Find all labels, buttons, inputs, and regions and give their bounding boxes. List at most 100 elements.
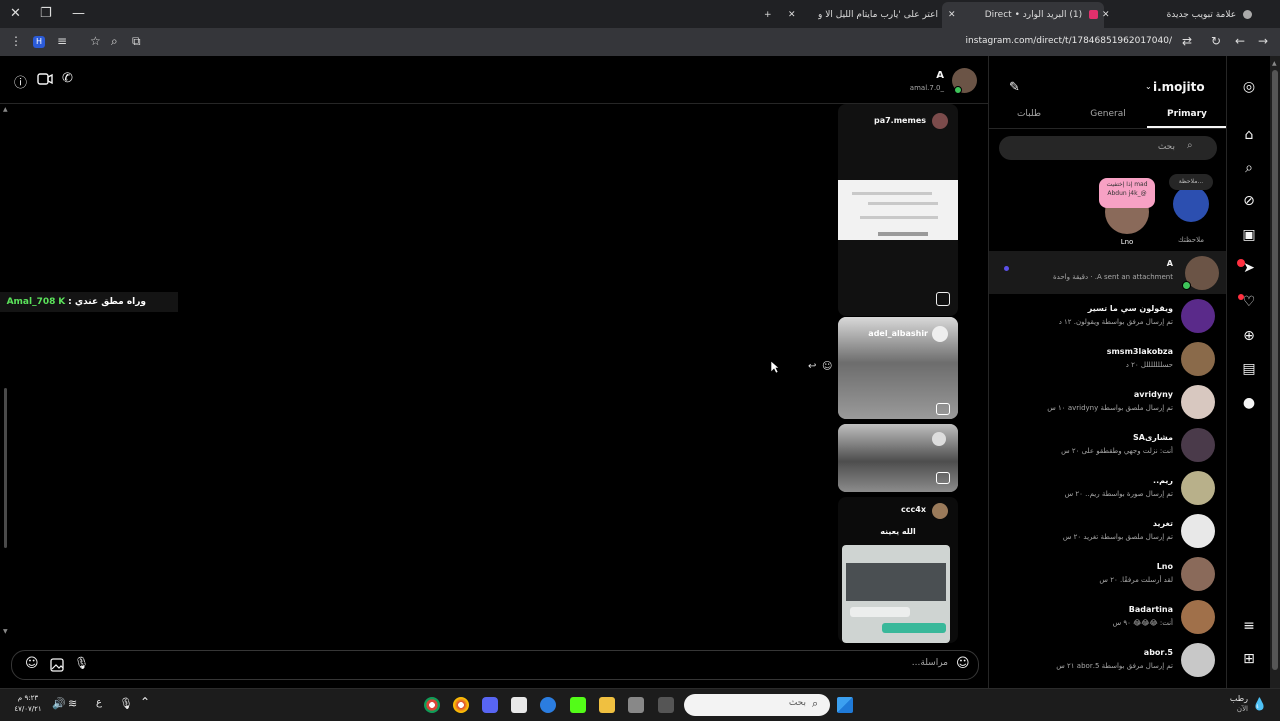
wifi-icon[interactable]: ≋: [68, 697, 77, 710]
also-from-meta-icon[interactable]: ⊞: [1240, 650, 1258, 668]
chat-scrollbar-thumb[interactable]: [4, 388, 7, 548]
volume-icon[interactable]: 🔊: [52, 697, 66, 710]
task-view-icon[interactable]: [658, 697, 674, 713]
home-icon[interactable]: ⌂: [1240, 126, 1258, 144]
tab-instagram-direct[interactable]: ✕ (1) البريد الوارد • Direct: [942, 2, 1104, 28]
screenshot-icon[interactable]: ⧉: [132, 34, 141, 49]
thread-item[interactable]: smsm3lakobza حسلللللللل ٢٠ د: [989, 337, 1227, 380]
site-settings-icon[interactable]: ⇄: [1182, 34, 1192, 48]
tab-close-icon[interactable]: ✕: [942, 2, 956, 28]
video-call-icon[interactable]: [37, 73, 53, 85]
reload-icon[interactable]: ↻: [1211, 34, 1221, 48]
input-language[interactable]: ع: [96, 697, 102, 708]
system-tray-chevron-icon[interactable]: ⌃: [140, 695, 150, 709]
chevron-down-icon[interactable]: ⌄: [1145, 82, 1152, 91]
explore-icon[interactable]: ⊘: [1240, 192, 1258, 210]
reply-icon[interactable]: ↩: [808, 361, 816, 372]
kick-app-icon[interactable]: [570, 697, 586, 713]
voice-message-icon[interactable]: 🎙: [74, 656, 89, 670]
discord-app-icon[interactable]: [482, 697, 498, 713]
address-url[interactable]: instagram.com/direct/t/17846851962017040…: [940, 36, 1172, 46]
minimize-window-icon[interactable]: —: [72, 6, 85, 21]
microphone-icon[interactable]: 🎙: [119, 697, 133, 710]
online-status-dot: [1182, 281, 1191, 290]
thread-item[interactable]: 5.abor تم إرسال مرفق بواسطة 5.abor ٢١ س: [989, 638, 1227, 681]
weather-icon[interactable]: 💧: [1252, 697, 1267, 711]
reels-icon[interactable]: ▣: [1240, 226, 1258, 244]
account-switcher[interactable]: i.mojito: [1153, 80, 1205, 94]
message-composer[interactable]: ☺ 🎙 مراسلة... ☺: [11, 650, 979, 680]
react-emoji-icon[interactable]: ☺: [822, 361, 832, 372]
store-app-icon[interactable]: [628, 697, 644, 713]
scroll-down-arrow-icon[interactable]: ▼: [3, 628, 8, 635]
browser-app-icon[interactable]: [540, 697, 556, 713]
inbox-search[interactable]: بحث ⌕: [999, 136, 1217, 160]
info-icon[interactable]: ⓘ: [14, 72, 27, 91]
shared-post[interactable]: [838, 424, 958, 492]
chat-header-name[interactable]: A: [880, 70, 944, 81]
dashboard-icon[interactable]: ▤: [1240, 360, 1258, 378]
restore-window-icon[interactable]: ❐: [40, 6, 52, 21]
instagram-logo-icon[interactable]: ◎: [1240, 78, 1258, 96]
photo-upload-icon[interactable]: [50, 658, 64, 672]
note-own[interactable]: ملاحظة... ملاحظتك: [1169, 174, 1213, 248]
new-tab-icon[interactable]: +: [764, 4, 772, 26]
scroll-up-arrow-icon[interactable]: ▲: [1272, 60, 1277, 67]
tab-requests[interactable]: طلبات: [989, 109, 1069, 119]
tab-general[interactable]: General: [1068, 109, 1148, 119]
bookmark-star-icon[interactable]: ☆: [90, 34, 101, 48]
tune-icon[interactable]: ≡: [57, 34, 67, 48]
shared-post[interactable]: pa7.memes: [838, 104, 958, 316]
shared-post[interactable]: adel_albashir: [838, 317, 958, 419]
note-lno[interactable]: إذا إختفيت mad Abdun j4k_@ Lno: [1099, 174, 1155, 248]
sticker-icon[interactable]: ☺: [25, 656, 39, 671]
scroll-up-arrow-icon[interactable]: ▲: [3, 106, 8, 113]
shared-post-user[interactable]: adel_albashir: [850, 329, 928, 338]
tab-close-icon[interactable]: ✕: [1102, 4, 1110, 26]
tab-new-tab[interactable]: ✕ علامة تبويب جديدة: [1102, 4, 1252, 26]
message-input[interactable]: مراسلة...: [832, 658, 948, 668]
weather-label[interactable]: رطب: [1222, 694, 1248, 703]
page-scrollbar-thumb[interactable]: [1272, 70, 1278, 670]
weather-sub-label: الآن: [1236, 705, 1248, 713]
thread-item[interactable]: Badartina أنت: 😂😂😂 ٩٠ س: [989, 595, 1227, 638]
tab-tiktok[interactable]: ✕ اعتر على 'يارب مايتام الليل الا وانا: [788, 4, 938, 26]
new-message-icon[interactable]: ✎: [1009, 80, 1020, 95]
back-icon[interactable]: ←: [1235, 34, 1245, 48]
taskbar-search[interactable]: بحث ⌕: [684, 694, 830, 716]
chrome-profile-app-icon[interactable]: [453, 697, 469, 713]
menu-dots-icon[interactable]: ⋮: [10, 34, 22, 48]
search-icon[interactable]: ⌕: [1240, 159, 1258, 177]
thread-item[interactable]: ويقولون سي ما تسير تم إرسال مرفق بواسطة …: [989, 294, 1227, 337]
search-input[interactable]: بحث: [1115, 142, 1175, 152]
profile-avatar-icon[interactable]: ●: [1240, 394, 1258, 412]
thread-item[interactable]: ريم.. تم إرسال صورة بواسطة ريم.. ٢٠ س: [989, 466, 1227, 509]
clock-time[interactable]: ٩:٢٣ م: [8, 694, 48, 702]
chat-scrollbar[interactable]: ▲ ▼: [3, 106, 8, 638]
thread-item[interactable]: Lno لقد أرسلت مرفقًا. ٢٠ س: [989, 552, 1227, 595]
zoom-icon[interactable]: ⌕: [111, 34, 118, 49]
create-post-icon[interactable]: ⊕: [1240, 327, 1258, 345]
forward-icon[interactable]: →: [1258, 34, 1268, 48]
tab-primary[interactable]: Primary: [1147, 109, 1227, 119]
emoji-icon[interactable]: ☺: [956, 656, 970, 671]
file-explorer-icon[interactable]: [599, 697, 615, 713]
close-window-icon[interactable]: ✕: [10, 6, 21, 21]
tab-close-icon[interactable]: ✕: [788, 4, 796, 26]
chrome-app-icon[interactable]: [424, 697, 440, 713]
thread-item[interactable]: avridyny تم إرسال ملصق بواسطة avridyny ١…: [989, 380, 1227, 423]
phone-call-icon[interactable]: ✆: [62, 71, 73, 86]
page-scrollbar[interactable]: ▲: [1270, 56, 1280, 688]
more-menu-icon[interactable]: ≡: [1240, 617, 1258, 635]
tool-app-icon[interactable]: [511, 697, 527, 713]
thread-item[interactable]: A A sent an attachment. · دقيقة واحدة: [989, 251, 1227, 294]
thread-item[interactable]: تغريد تم إرسال ملصق بواسطة تغريد ٢٠ س: [989, 509, 1227, 552]
clock-date[interactable]: ٤٧/٠٧/٢١: [8, 705, 48, 713]
taskbar-search-input[interactable]: بحث: [784, 698, 806, 708]
windows-start-icon[interactable]: [837, 697, 853, 713]
shared-post-user[interactable]: ccc4x: [850, 505, 926, 514]
thread-item[interactable]: مشارىSA أنت: نزلت وجهي وطقطقو على ٢٠ س: [989, 423, 1227, 466]
extension-h-icon[interactable]: H: [33, 36, 45, 48]
shared-post[interactable]: ccc4x الله يعينه: [838, 497, 958, 643]
shared-post-user[interactable]: pa7.memes: [848, 116, 926, 125]
